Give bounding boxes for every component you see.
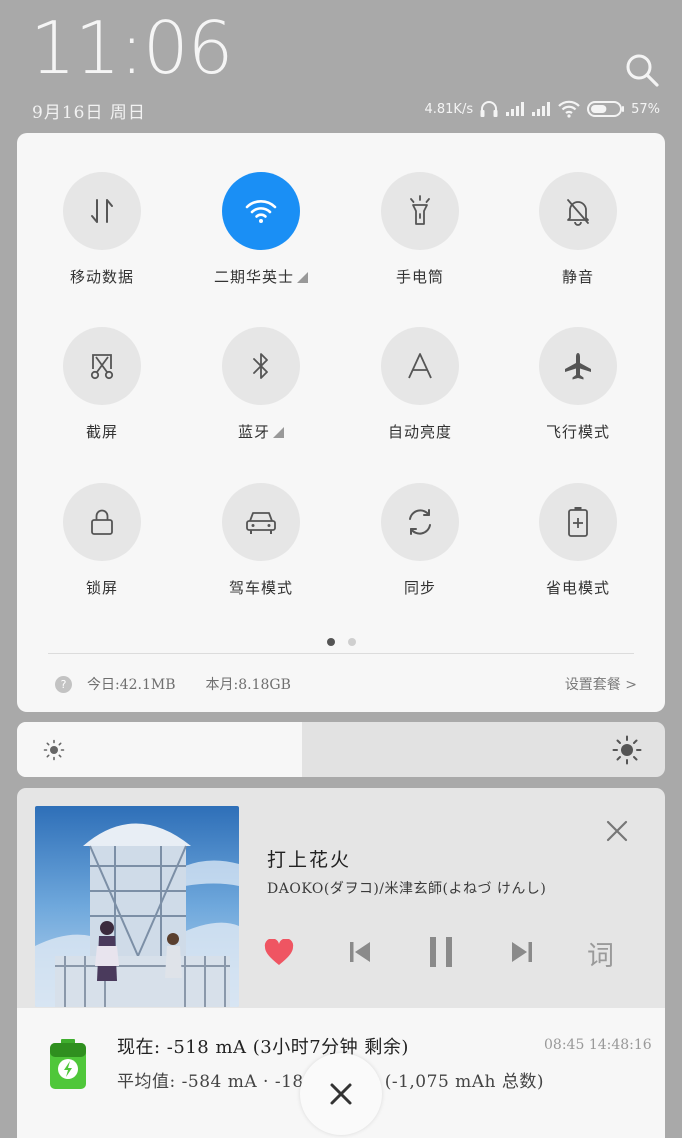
clock[interactable]: 11:06 bbox=[30, 6, 233, 90]
data-usage-month: 本月:8.18GB bbox=[205, 677, 291, 693]
tile-wifi[interactable]: 二期华英士 bbox=[191, 172, 331, 287]
tile-label: 锁屏 bbox=[85, 579, 118, 597]
battery-saver-icon bbox=[568, 507, 588, 537]
data-usage-row: ? 今日:42.1MB 本月:8.18GB 设置套餐 > bbox=[55, 674, 637, 694]
tile-circle[interactable] bbox=[381, 172, 459, 250]
tile-label: 截屏 bbox=[85, 423, 118, 441]
bell-off-icon bbox=[567, 199, 589, 226]
quick-settings-panel: 移动数据 二期华英士 手电筒 静音 截屏 蓝牙 自动亮度 飞行模式 锁屏 驾车模… bbox=[17, 133, 665, 712]
pause-button[interactable] bbox=[423, 932, 459, 972]
signal-icon bbox=[506, 102, 525, 116]
tile-circle[interactable] bbox=[222, 483, 300, 561]
page-dot[interactable] bbox=[347, 638, 356, 646]
tile-label: 省电模式 bbox=[545, 579, 610, 597]
tile-label: 蓝牙 bbox=[237, 423, 270, 441]
tile-circle[interactable] bbox=[222, 172, 300, 250]
sync-icon bbox=[409, 509, 431, 535]
menu-triangle-icon[interactable] bbox=[297, 272, 308, 283]
car-icon bbox=[246, 512, 276, 534]
close-icon bbox=[330, 1083, 352, 1105]
lyrics-button[interactable]: 词 bbox=[587, 934, 614, 973]
set-plan-link[interactable]: 设置套餐 > bbox=[565, 674, 637, 694]
battery-current: 现在: -518 mA (3小时7分钟 剩余) bbox=[117, 1037, 409, 1058]
signal-icon-2 bbox=[532, 102, 551, 116]
wifi-status-icon bbox=[558, 100, 580, 118]
tile-label: 驾车模式 bbox=[228, 579, 293, 597]
tile-bluetooth[interactable]: 蓝牙 bbox=[191, 327, 331, 442]
battery-timestamp: 08:45 14:48:16 bbox=[544, 1037, 652, 1053]
tile-label: 二期华英士 bbox=[213, 268, 294, 286]
network-speed: 4.81K/s bbox=[424, 101, 474, 117]
brightness-high-icon bbox=[612, 735, 642, 765]
tile-flashlight[interactable]: 手电筒 bbox=[350, 172, 490, 287]
airplane-icon bbox=[565, 353, 591, 380]
tile-circle[interactable] bbox=[539, 483, 617, 561]
album-art[interactable] bbox=[35, 806, 239, 1007]
tile-label-wrap: 蓝牙 bbox=[191, 421, 331, 442]
status-icons: 4.81K/s 57% bbox=[424, 98, 660, 120]
tile-circle[interactable] bbox=[539, 172, 617, 250]
battery-percent: 57% bbox=[631, 101, 660, 117]
battery-charge-icon bbox=[50, 1039, 86, 1089]
skip-previous-icon bbox=[350, 942, 370, 962]
current-time: 14:48:16 bbox=[588, 1037, 652, 1053]
clear-all-button[interactable] bbox=[300, 1053, 382, 1135]
heart-icon bbox=[264, 938, 294, 965]
tile-circle[interactable] bbox=[539, 327, 617, 405]
page-indicator bbox=[17, 638, 665, 646]
lock-icon bbox=[91, 509, 113, 535]
menu-triangle-icon[interactable] bbox=[273, 427, 284, 438]
tile-lock-screen[interactable]: 锁屏 bbox=[32, 483, 172, 598]
next-button[interactable] bbox=[507, 932, 537, 972]
date[interactable]: 9月16日 周日 bbox=[32, 98, 146, 123]
brightness-slider[interactable] bbox=[17, 722, 665, 777]
bluetooth-icon bbox=[253, 353, 268, 379]
song-title: 打上花火 bbox=[267, 849, 352, 871]
tile-circle[interactable] bbox=[63, 483, 141, 561]
pause-icon bbox=[430, 937, 452, 967]
tile-auto-brightness[interactable]: 自动亮度 bbox=[350, 327, 490, 442]
tile-label: 同步 bbox=[403, 579, 436, 597]
tile-circle[interactable] bbox=[381, 327, 459, 405]
tile-circle[interactable] bbox=[63, 327, 141, 405]
song-artist: DAOKO(ダヲコ)/米津玄師(よねづ けんし) bbox=[267, 881, 547, 897]
screenshot-scissors-icon bbox=[90, 354, 114, 380]
tile-screenshot[interactable]: 截屏 bbox=[32, 327, 172, 442]
brightness-low-icon bbox=[43, 739, 65, 761]
tile-label: 静音 bbox=[561, 268, 594, 286]
search-icon[interactable] bbox=[624, 52, 660, 88]
tile-label-wrap: 二期华英士 bbox=[191, 266, 331, 287]
previous-button[interactable] bbox=[345, 932, 375, 972]
tile-sync[interactable]: 同步 bbox=[350, 483, 490, 598]
tile-circle[interactable] bbox=[381, 483, 459, 561]
start-time: 08:45 bbox=[544, 1037, 585, 1053]
tile-circle[interactable] bbox=[222, 327, 300, 405]
like-button[interactable] bbox=[263, 932, 295, 972]
data-usage-today: 今日:42.1MB bbox=[87, 677, 176, 693]
tile-label: 自动亮度 bbox=[387, 423, 452, 441]
flashlight-icon bbox=[410, 195, 430, 225]
help-icon[interactable]: ? bbox=[55, 675, 72, 693]
tile-driving-mode[interactable]: 驾车模式 bbox=[191, 483, 331, 598]
page-dot-active[interactable] bbox=[326, 638, 335, 646]
headset-icon bbox=[480, 101, 498, 117]
tile-airplane[interactable]: 飞行模式 bbox=[508, 327, 648, 442]
close-icon[interactable] bbox=[603, 817, 631, 845]
data-arrows-icon bbox=[91, 199, 113, 223]
tile-label: 飞行模式 bbox=[545, 423, 610, 441]
divider bbox=[48, 653, 634, 654]
skip-next-icon bbox=[512, 942, 532, 962]
tile-silent[interactable]: 静音 bbox=[508, 172, 648, 287]
battery-status-icon bbox=[587, 101, 625, 117]
tile-label: 移动数据 bbox=[69, 268, 134, 286]
tile-label: 手电筒 bbox=[395, 268, 444, 286]
tile-circle[interactable] bbox=[63, 172, 141, 250]
auto-brightness-icon bbox=[408, 353, 432, 379]
tile-mobile-data[interactable]: 移动数据 bbox=[32, 172, 172, 287]
tile-battery-saver[interactable]: 省电模式 bbox=[508, 483, 648, 598]
wifi-icon bbox=[245, 200, 277, 223]
